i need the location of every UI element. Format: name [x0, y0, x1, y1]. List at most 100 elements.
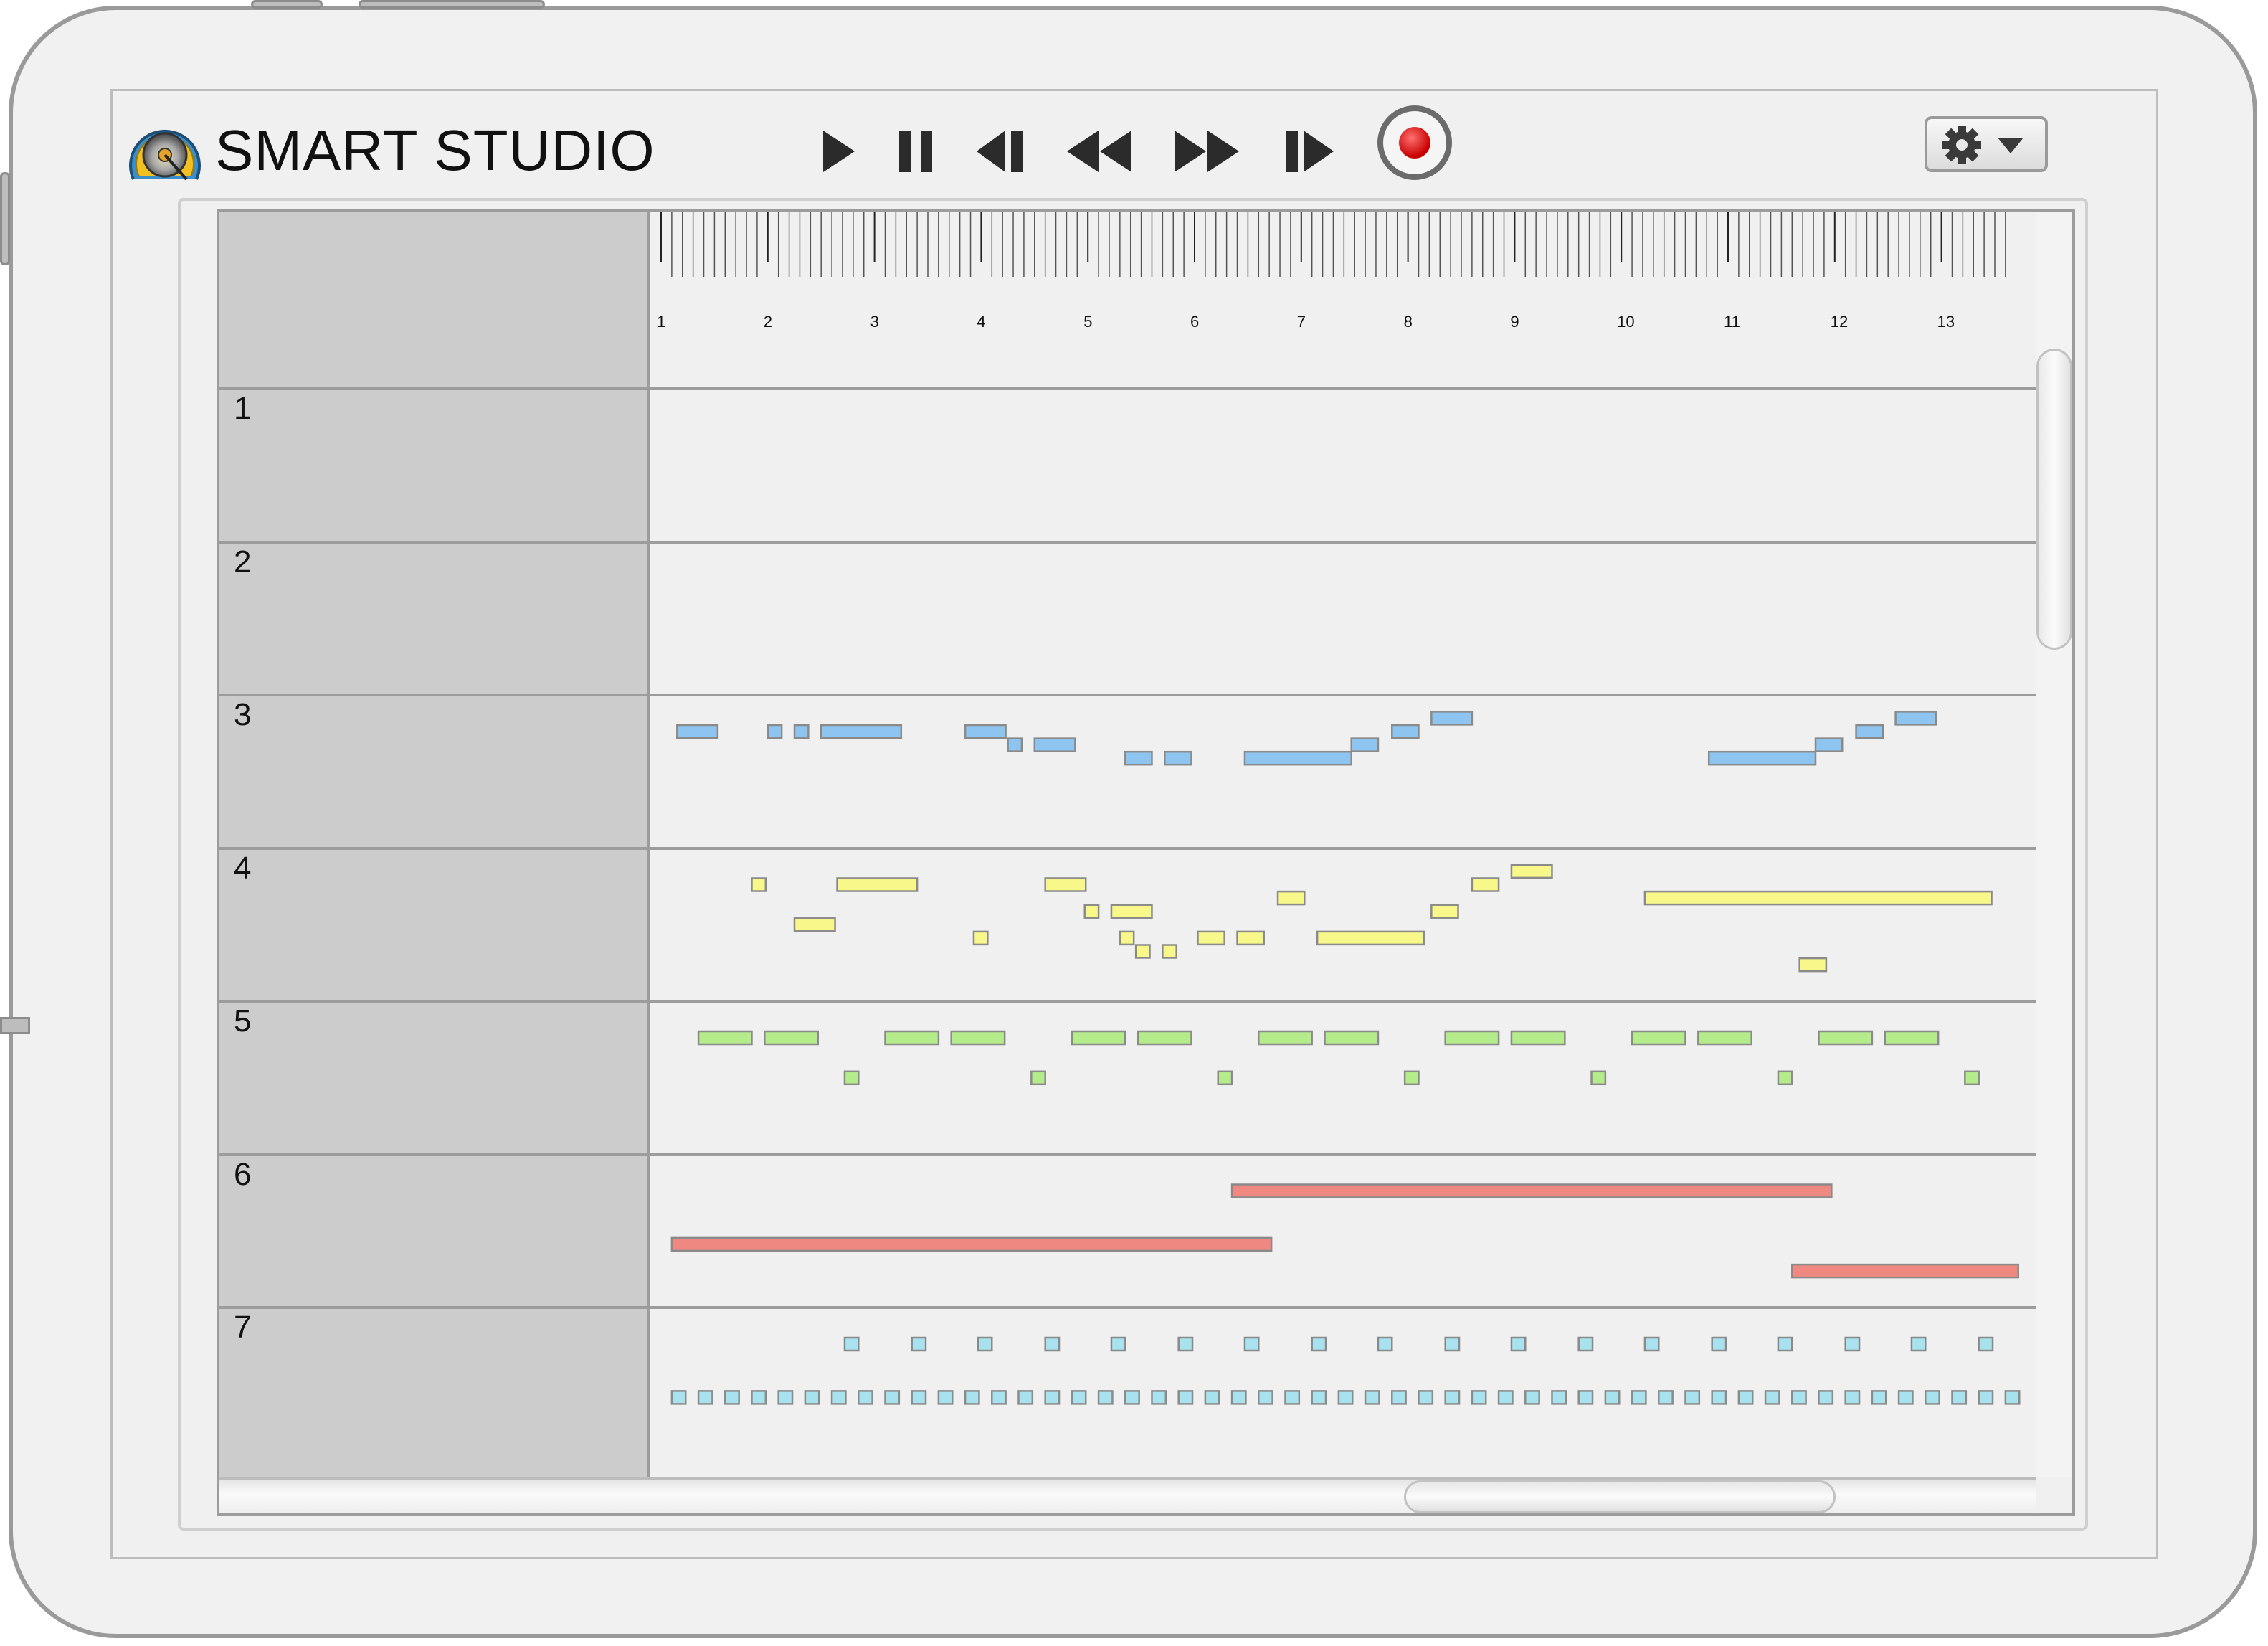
- note-block[interactable]: [1894, 711, 1937, 726]
- note-block[interactable]: [1855, 724, 1884, 739]
- note-block[interactable]: [950, 1030, 1006, 1046]
- note-block[interactable]: [1510, 1336, 1527, 1352]
- note-block[interactable]: [1071, 1030, 1126, 1046]
- note-block[interactable]: [670, 1390, 687, 1405]
- note-block[interactable]: [1430, 711, 1474, 726]
- note-block[interactable]: [1910, 1336, 1927, 1352]
- note-block[interactable]: [1737, 1390, 1754, 1405]
- note-block[interactable]: [1204, 1390, 1220, 1405]
- note-block[interactable]: [793, 917, 836, 932]
- note-block[interactable]: [1798, 957, 1828, 973]
- note-block[interactable]: [1818, 1390, 1834, 1405]
- note-block[interactable]: [1044, 877, 1087, 892]
- note-block[interactable]: [1897, 1390, 1914, 1405]
- note-block[interactable]: [670, 1236, 1273, 1252]
- settings-button[interactable]: [1925, 116, 2048, 172]
- note-block[interactable]: [1391, 1390, 1407, 1405]
- note-block[interactable]: [1658, 1390, 1674, 1405]
- note-block[interactable]: [751, 1390, 767, 1405]
- note-block[interactable]: [1964, 1070, 1980, 1086]
- note-block[interactable]: [1364, 1390, 1380, 1405]
- note-block[interactable]: [964, 1390, 980, 1405]
- note-block[interactable]: [1134, 944, 1151, 959]
- note-block[interactable]: [1311, 1390, 1327, 1405]
- note-block[interactable]: [1604, 1390, 1621, 1405]
- track-label[interactable]: 5: [234, 1004, 251, 1039]
- note-block[interactable]: [1164, 750, 1192, 766]
- note-block[interactable]: [1951, 1390, 1968, 1405]
- note-block[interactable]: [1631, 1390, 1647, 1405]
- note-block[interactable]: [1124, 1390, 1140, 1405]
- note-block[interactable]: [1444, 1390, 1461, 1405]
- note-block[interactable]: [1258, 1390, 1273, 1405]
- note-block[interactable]: [1377, 1336, 1393, 1352]
- fast-forward-button[interactable]: [1167, 120, 1246, 182]
- note-block[interactable]: [1258, 1030, 1313, 1046]
- note-block[interactable]: [1418, 1390, 1434, 1405]
- note-block[interactable]: [884, 1390, 901, 1405]
- horizontal-scroll-thumb[interactable]: [1404, 1480, 1836, 1513]
- note-block[interactable]: [1471, 1390, 1487, 1405]
- note-block[interactable]: [1697, 1030, 1752, 1046]
- note-block[interactable]: [1243, 750, 1352, 766]
- note-block[interactable]: [1577, 1390, 1594, 1405]
- note-block[interactable]: [972, 930, 989, 946]
- note-block[interactable]: [1403, 1070, 1420, 1086]
- note-block[interactable]: [1444, 1336, 1461, 1352]
- note-block[interactable]: [858, 1390, 873, 1405]
- note-block[interactable]: [751, 877, 767, 892]
- note-block[interactable]: [843, 1070, 860, 1086]
- note-block[interactable]: [1197, 930, 1225, 946]
- note-block[interactable]: [1083, 904, 1100, 919]
- note-block[interactable]: [1137, 1030, 1192, 1046]
- note-block[interactable]: [1844, 1390, 1861, 1405]
- note-block[interactable]: [1177, 1390, 1194, 1405]
- note-block[interactable]: [804, 1390, 820, 1405]
- note-block[interactable]: [1631, 1030, 1686, 1046]
- note-block[interactable]: [1391, 724, 1420, 739]
- play-button[interactable]: [807, 120, 872, 182]
- note-block[interactable]: [884, 1030, 940, 1046]
- note-block[interactable]: [1097, 1390, 1114, 1405]
- note-block[interactable]: [724, 1390, 740, 1405]
- note-block[interactable]: [1044, 1390, 1061, 1405]
- note-block[interactable]: [1177, 1336, 1194, 1352]
- note-block[interactable]: [830, 1390, 847, 1405]
- note-block[interactable]: [1818, 1030, 1874, 1046]
- note-block[interactable]: [836, 877, 919, 892]
- note-block[interactable]: [1590, 1070, 1607, 1086]
- note-block[interactable]: [1643, 1336, 1660, 1352]
- note-block[interactable]: [1110, 904, 1153, 919]
- note-block[interactable]: [1151, 1390, 1167, 1405]
- note-block[interactable]: [1978, 1390, 1994, 1405]
- note-block[interactable]: [1119, 930, 1135, 946]
- note-block[interactable]: [820, 724, 903, 739]
- pause-button[interactable]: [883, 120, 948, 182]
- note-block[interactable]: [2004, 1390, 2021, 1405]
- note-block[interactable]: [1236, 930, 1265, 946]
- note-block[interactable]: [1044, 1336, 1061, 1352]
- note-block[interactable]: [1162, 944, 1177, 959]
- note-block[interactable]: [1337, 1390, 1354, 1405]
- note-block[interactable]: [1430, 904, 1459, 919]
- note-block[interactable]: [1350, 737, 1380, 752]
- note-block[interactable]: [1510, 1030, 1566, 1046]
- note-block[interactable]: [1684, 1390, 1701, 1405]
- note-block[interactable]: [1217, 1070, 1233, 1086]
- note-block[interactable]: [1017, 1390, 1034, 1405]
- skip-back-button[interactable]: [969, 120, 1034, 182]
- track-label[interactable]: 4: [234, 851, 251, 886]
- note-block[interactable]: [1791, 1263, 2019, 1279]
- note-block[interactable]: [1711, 1336, 1727, 1352]
- note-block[interactable]: [1471, 877, 1500, 892]
- note-block[interactable]: [767, 724, 783, 739]
- note-block[interactable]: [1030, 1070, 1046, 1086]
- skip-forward-button[interactable]: [1276, 120, 1341, 182]
- note-block[interactable]: [676, 724, 719, 739]
- note-block[interactable]: [1925, 1390, 1940, 1405]
- note-block[interactable]: [1230, 1390, 1247, 1405]
- note-block[interactable]: [777, 1390, 794, 1405]
- note-block[interactable]: [1071, 1390, 1087, 1405]
- note-block[interactable]: [1110, 1336, 1126, 1352]
- note-block[interactable]: [1707, 750, 1817, 766]
